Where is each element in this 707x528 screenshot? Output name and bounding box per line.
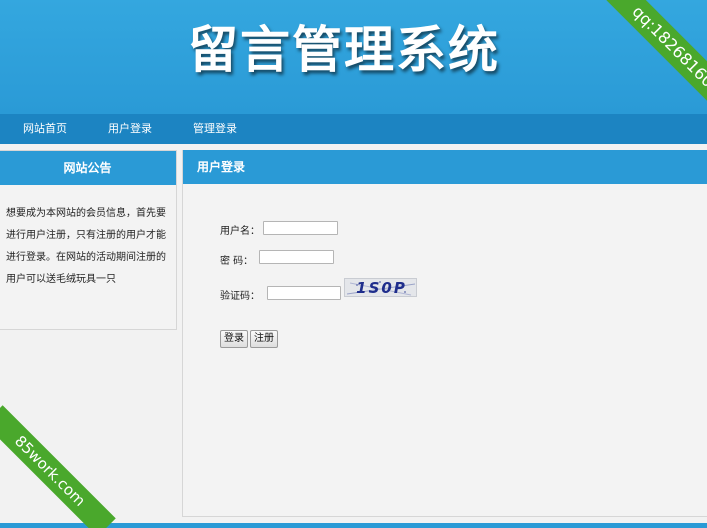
site-watermark-ribbon: 85work.com — [0, 405, 116, 528]
nav-item-user-login[interactable]: 用户登录 — [108, 114, 152, 144]
nav-item-admin-login[interactable]: 管理登录 — [193, 114, 237, 144]
nav-item-home[interactable]: 网站首页 — [23, 114, 67, 144]
notice-title: 网站公告 — [0, 151, 176, 185]
username-label: 用户名： — [220, 226, 260, 237]
login-panel-title: 用户登录 — [183, 150, 707, 184]
captcha-image[interactable]: 1S0P — [344, 278, 417, 297]
notice-panel: 网站公告 想要成为本网站的会员信息，首先要进行用户注册，只有注册的用户才能进行登… — [0, 150, 177, 330]
login-button[interactable]: 登录 — [220, 330, 248, 348]
captcha-label: 验证码： — [220, 291, 260, 302]
captcha-code: 1S0P — [356, 279, 407, 297]
site-title: 留言管理系统 — [188, 21, 500, 79]
notice-text: 想要成为本网站的会员信息，首先要进行用户注册，只有注册的用户才能进行登录。在网站… — [6, 208, 166, 285]
site-header: 留言管理系统 — [0, 0, 707, 114]
main-nav: 网站首页 用户登录 管理登录 — [0, 114, 707, 144]
register-button[interactable]: 注册 — [250, 330, 278, 348]
username-input[interactable] — [263, 221, 338, 235]
login-panel: 用户登录 用户名： 密 码： 验证码： 1S0P 登录 注册 — [182, 150, 707, 517]
password-label: 密 码： — [220, 256, 254, 267]
password-input[interactable] — [259, 250, 334, 264]
captcha-input[interactable] — [267, 286, 341, 300]
